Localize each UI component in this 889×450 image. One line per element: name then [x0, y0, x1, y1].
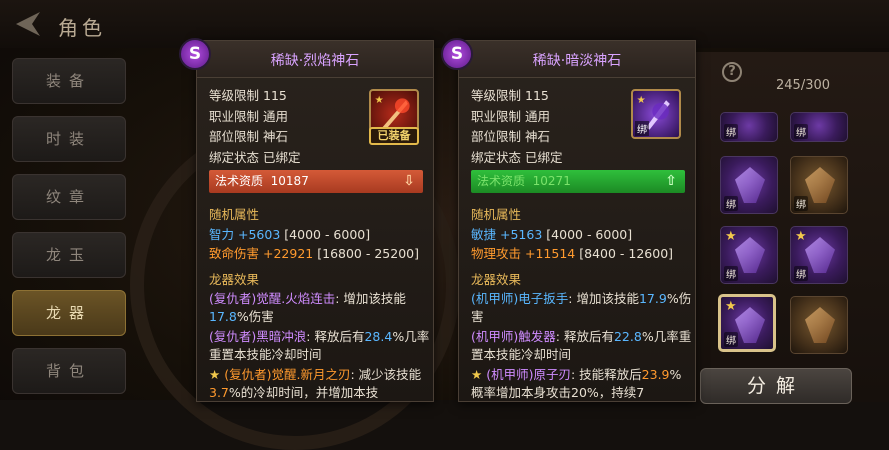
- inventory-slot-selected[interactable]: ★ 绑: [718, 294, 776, 352]
- bind-tag: 绑: [635, 121, 649, 136]
- inventory-slot[interactable]: ★ 绑: [720, 226, 778, 284]
- info-row: 职业限制 通用: [471, 108, 551, 124]
- inventory-slot[interactable]: 绑: [720, 156, 778, 214]
- sidebar-item-dragon-artifact[interactable]: 龙器: [12, 290, 126, 336]
- random-attr-title: 随机属性: [471, 207, 522, 222]
- sidebar-item-fashion[interactable]: 时装: [12, 116, 126, 162]
- top-bar: 角色: [0, 0, 889, 48]
- stat-bar: 法术资质 10271 ⇧: [471, 170, 685, 193]
- page-title: 角色: [58, 16, 106, 40]
- item-icon: ★ 绑: [631, 89, 681, 139]
- inventory-slot[interactable]: 绑: [790, 156, 848, 214]
- svg-text:★: ★: [637, 95, 646, 106]
- info-row: 职业限制 通用: [209, 108, 289, 124]
- inventory-slot[interactable]: 绑: [720, 112, 778, 142]
- inventory-slot[interactable]: 绑: [790, 112, 848, 142]
- star-icon: ★: [471, 367, 483, 382]
- info-row: 绑定状态 已绑定: [209, 149, 301, 165]
- tooltip-header: S 稀缺·暗淡神石: [441, 38, 695, 78]
- item-tooltip-right: S 稀缺·暗淡神石 等级限制 115 职业限制 通用 部位限制 神石 绑定状态 …: [441, 38, 696, 402]
- back-arrow-icon[interactable]: [10, 8, 44, 40]
- effect-entry: ★ (复仇者)觉醒.新月之刃: 减少该技能3.7%的冷却时间，并增加本技: [209, 367, 422, 400]
- inventory-count: 245/300: [776, 78, 831, 93]
- info-row: 部位限制 神石: [209, 129, 289, 144]
- equipped-badge: 已装备: [369, 127, 419, 145]
- info-row: 等级限制 115: [209, 88, 287, 103]
- random-attr-row: 物理攻击 +11514 [8400 - 12600]: [471, 246, 674, 261]
- star-icon: ★: [795, 229, 807, 244]
- effects-title: 龙器效果: [209, 272, 260, 287]
- item-info-rows: 等级限制 115 职业限制 通用 部位限制 神石 绑定状态 已绑定: [471, 86, 563, 168]
- random-attr-row: 敏捷 +5163 [4000 - 6000]: [471, 227, 633, 242]
- item-tooltip-left: S 稀缺·烈焰神石 等级限制 115 职业限制 通用 部位限制 神石 绑定状态 …: [179, 38, 434, 402]
- effect-entry: ★ (机甲师)原子刃: 技能释放后23.9%概率增加本身攻击20%，持续7: [471, 367, 682, 400]
- info-row: 部位限制 神石: [471, 129, 551, 144]
- star-icon: ★: [725, 299, 737, 314]
- info-row: 绑定状态 已绑定: [471, 149, 563, 165]
- random-attr-row: 致命伤害 +22921 [16800 - 25200]: [209, 246, 419, 261]
- decompose-button[interactable]: 分解: [700, 368, 852, 404]
- random-attr-row: 智力 +5603 [4000 - 6000]: [209, 227, 371, 242]
- inventory-slot[interactable]: [790, 296, 848, 354]
- inventory-slot[interactable]: ★ 绑: [790, 226, 848, 284]
- star-icon: ★: [209, 367, 221, 382]
- tooltip-header: S 稀缺·烈焰神石: [179, 38, 433, 78]
- sidebar-item-bag[interactable]: 背包: [12, 348, 126, 394]
- help-icon[interactable]: ?: [722, 62, 742, 82]
- down-arrow-icon: ⇩: [403, 173, 415, 189]
- effect-entry: (复仇者)黑暗冲浪: 释放后有28.4%几率重置本技能冷却时间: [209, 329, 430, 362]
- star-icon: ★: [725, 229, 737, 244]
- sidebar-item-emblem[interactable]: 纹章: [12, 174, 126, 220]
- effect-entry: (机甲师)电子扳手: 增加该技能17.9%伤害: [471, 291, 692, 324]
- item-info-rows: 等级限制 115 职业限制 通用 部位限制 神石 绑定状态 已绑定: [209, 86, 301, 168]
- effects-title: 龙器效果: [471, 272, 522, 287]
- svg-text:★: ★: [375, 95, 384, 106]
- effect-entry: (复仇者)觉醒.火焰连击: 增加该技能17.8%伤害: [209, 291, 406, 324]
- info-row: 等级限制 115: [471, 88, 549, 103]
- item-title: 稀缺·暗淡神石: [532, 53, 622, 69]
- item-title: 稀缺·烈焰神石: [270, 53, 360, 69]
- random-attr-title: 随机属性: [209, 207, 260, 222]
- sidebar-item-equipment[interactable]: 装备: [12, 58, 126, 104]
- effect-entry: (机甲师)触发器: 释放后有22.8%几率重置本技能冷却时间: [471, 329, 692, 362]
- sidebar-item-dragon-jade[interactable]: 龙玉: [12, 232, 126, 278]
- stat-bar: 法术资质 10187 ⇩: [209, 170, 423, 193]
- up-arrow-icon: ⇧: [665, 173, 677, 189]
